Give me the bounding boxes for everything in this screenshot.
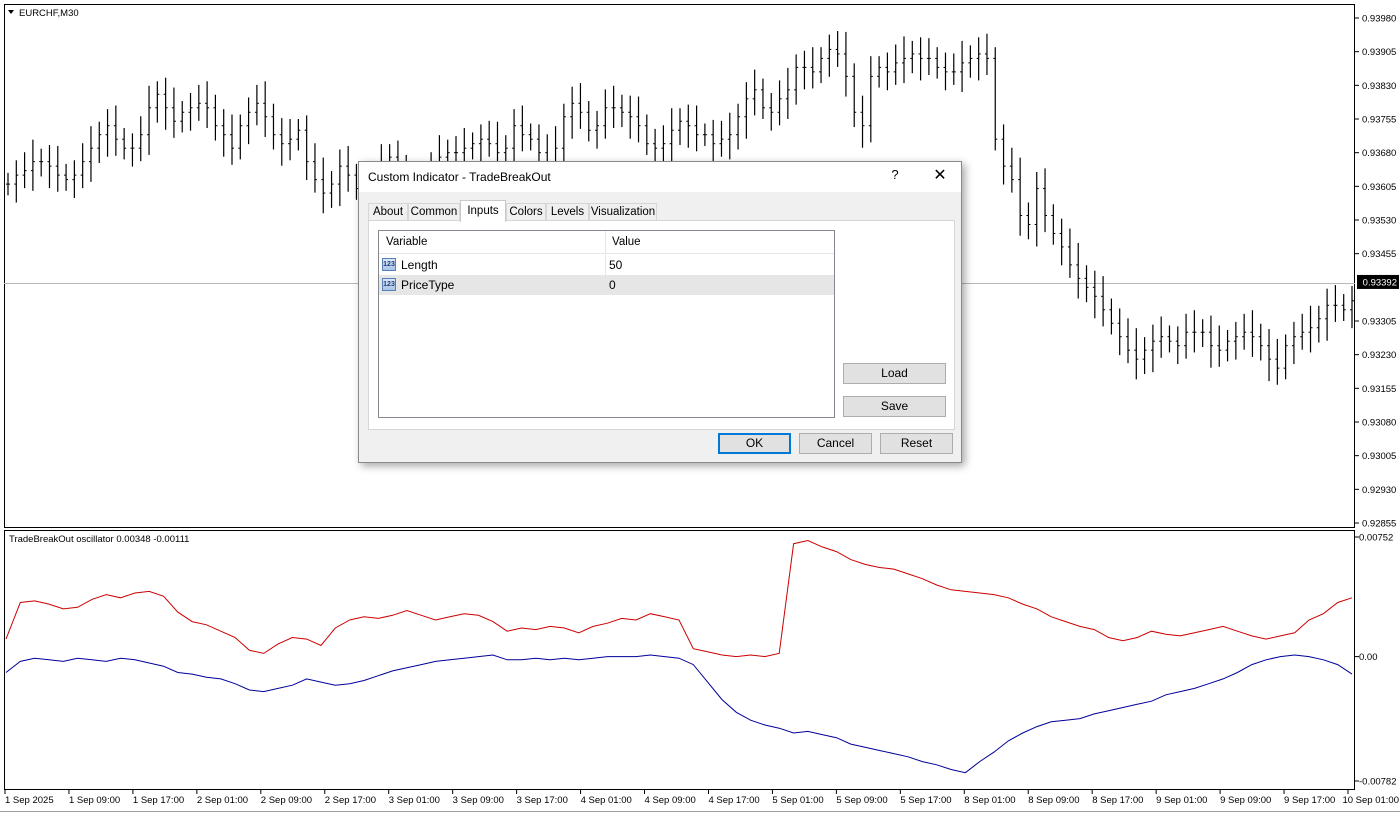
current-price-label: 0.93392	[1363, 277, 1397, 288]
tab-inputs[interactable]: Inputs	[460, 200, 506, 222]
symbol-header[interactable]: EURCHF,M30	[8, 8, 79, 19]
price-tick-label: 0.93830	[1362, 81, 1396, 92]
time-tick-label: 9 Sep 09:00	[1220, 795, 1271, 806]
tab-visualization[interactable]: Visualization	[589, 203, 657, 220]
time-tick-label: 3 Sep 17:00	[517, 795, 568, 806]
time-tick-label: 3 Sep 09:00	[453, 795, 504, 806]
time-tick-label: 1 Sep 09:00	[69, 795, 120, 806]
time-tick-label: 8 Sep 01:00	[964, 795, 1015, 806]
price-tick-label: 0.93005	[1362, 451, 1396, 462]
time-tick-label: 5 Sep 01:00	[772, 795, 823, 806]
oscillator-tick-label: -0.00782	[1359, 777, 1397, 788]
time-tick-label: 9 Sep 01:00	[1156, 795, 1207, 806]
price-tick-label: 0.93305	[1362, 317, 1396, 328]
column-separator[interactable]	[605, 231, 606, 253]
time-tick-label: 9 Sep 17:00	[1284, 795, 1335, 806]
integer-type-icon: 123	[382, 258, 396, 271]
dialog-title: Custom Indicator - TradeBreakOut	[368, 170, 551, 184]
tab-colors[interactable]: Colors	[506, 203, 546, 220]
price-tick-label: 0.92930	[1362, 485, 1396, 496]
inputs-tab-panel: Variable Value 123 Length 50 123 PriceTy…	[368, 220, 955, 430]
save-button[interactable]: Save	[843, 396, 946, 417]
price-tick-label: 0.93230	[1362, 350, 1396, 361]
time-tick-label: 3 Sep 01:00	[389, 795, 440, 806]
symbol-label: EURCHF,M30	[19, 8, 79, 19]
variable-name: PriceType	[401, 278, 455, 292]
time-tick-label: 2 Sep 09:00	[261, 795, 312, 806]
tab-levels[interactable]: Levels	[546, 203, 589, 220]
time-tick-label: 10 Sep 01:00	[1342, 795, 1399, 806]
column-header-value[interactable]: Value	[612, 236, 641, 248]
current-price-tag: 0.93392	[1357, 274, 1399, 289]
price-tick-label: 0.93680	[1362, 148, 1396, 159]
tab-about[interactable]: About	[368, 203, 408, 220]
variable-name: Length	[401, 258, 438, 272]
integer-type-icon: 123	[382, 278, 396, 291]
time-tick-label: 1 Sep 17:00	[133, 795, 184, 806]
reset-button[interactable]: Reset	[880, 433, 953, 454]
time-tick-label: 8 Sep 09:00	[1028, 795, 1079, 806]
price-tick-label: 0.93455	[1362, 249, 1396, 260]
grid-header: Variable Value	[379, 231, 834, 254]
dialog-titlebar[interactable]: Custom Indicator - TradeBreakOut ? ✕	[359, 162, 961, 192]
variable-value[interactable]: 0	[609, 278, 616, 292]
grid-row-pricetype[interactable]: 123 PriceType 0	[379, 275, 834, 295]
oscillator-label: TradeBreakOut oscillator 0.00348 -0.0011…	[9, 534, 189, 545]
price-tick-label: 0.92855	[1362, 519, 1396, 530]
time-tick-label: 4 Sep 01:00	[581, 795, 632, 806]
oscillator-tick-label: 0.00752	[1359, 533, 1393, 544]
price-tick-label: 0.93080	[1362, 418, 1396, 429]
inputs-grid[interactable]: Variable Value 123 Length 50 123 PriceTy…	[378, 230, 835, 418]
load-button[interactable]: Load	[843, 363, 946, 384]
tab-common[interactable]: Common	[408, 203, 460, 220]
time-tick-label: 8 Sep 17:00	[1092, 795, 1143, 806]
column-header-variable[interactable]: Variable	[386, 236, 427, 248]
price-tick-label: 0.93155	[1362, 384, 1396, 395]
price-tick-label: 0.93905	[1362, 47, 1396, 58]
oscillator-tick-label: 0.00	[1359, 652, 1378, 663]
cancel-button[interactable]: Cancel	[799, 433, 872, 454]
time-tick-label: 2 Sep 17:00	[325, 795, 376, 806]
close-icon[interactable]: ✕	[929, 166, 951, 186]
time-tick-label: 4 Sep 17:00	[708, 795, 759, 806]
time-tick-label: 5 Sep 17:00	[900, 795, 951, 806]
time-tick-label: 2 Sep 01:00	[197, 795, 248, 806]
grid-row-length[interactable]: 123 Length 50	[379, 255, 834, 275]
custom-indicator-dialog: Custom Indicator - TradeBreakOut ? ✕ Abo…	[358, 161, 962, 463]
ok-button[interactable]: OK	[718, 433, 791, 454]
price-tick-label: 0.93755	[1362, 115, 1396, 126]
price-tick-label: 0.93530	[1362, 216, 1396, 227]
variable-value[interactable]: 50	[609, 258, 622, 272]
time-tick-label: 5 Sep 09:00	[836, 795, 887, 806]
price-tick-label: 0.93980	[1362, 14, 1396, 25]
time-tick-label: 1 Sep 2025	[5, 795, 54, 806]
time-tick-label: 4 Sep 09:00	[645, 795, 696, 806]
price-tick-label: 0.93605	[1362, 182, 1396, 193]
help-icon[interactable]: ?	[887, 167, 903, 185]
